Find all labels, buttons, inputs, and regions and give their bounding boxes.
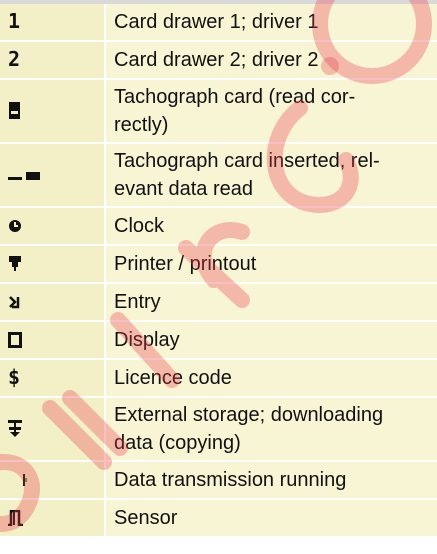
symbol-cell	[0, 207, 106, 246]
card-drawer-2-icon: 2	[8, 47, 21, 71]
table-row: Data transmission running	[0, 461, 437, 500]
description-cell: Card drawer 1; driver 1	[105, 4, 437, 42]
symbol-table: 1 Card drawer 1; driver 1 2 Card drawer …	[0, 4, 437, 538]
sensor-icon	[8, 510, 23, 526]
symbol-cell	[0, 79, 106, 144]
card-inserted-icon	[8, 172, 40, 180]
card-drawer-1-icon: 1	[8, 9, 21, 33]
description-cell: Tachograph card (read cor-rectly)	[105, 79, 437, 144]
symbol-cell	[0, 143, 106, 208]
table-row: $ Licence code	[0, 359, 437, 398]
description-cell: External storage; downloading data (copyi…	[105, 397, 437, 462]
external-storage-icon	[8, 420, 22, 437]
description-cell: Sensor	[105, 499, 437, 538]
description-cell: Card drawer 2; driver 2	[105, 41, 437, 80]
symbol-cell: $	[0, 359, 106, 398]
table-row: External storage; downloading data (copyi…	[0, 397, 437, 462]
description-cell: Clock	[105, 207, 437, 246]
table-row: Sensor	[0, 499, 437, 538]
symbol-cell	[0, 461, 106, 500]
entry-icon	[9, 296, 20, 309]
description-cell: Tachograph card inserted, rel-evant data…	[105, 143, 437, 208]
symbol-cell	[0, 397, 106, 462]
symbol-cell	[0, 321, 106, 360]
display-icon	[8, 332, 22, 348]
data-transmission-icon	[23, 474, 27, 486]
table-row: Display	[0, 321, 437, 360]
licence-code-icon: $	[8, 365, 21, 389]
symbol-cell	[0, 499, 106, 538]
description-cell: Entry	[105, 283, 437, 322]
symbol-cell: 2	[0, 41, 106, 80]
table-row: Clock	[0, 207, 437, 246]
table-row: 1 Card drawer 1; driver 1	[0, 4, 437, 42]
description-cell: Printer / printout	[105, 245, 437, 284]
printer-icon	[9, 256, 21, 271]
tachograph-card-icon	[9, 102, 20, 119]
symbol-cell	[0, 245, 106, 284]
symbol-cell: 1	[0, 4, 106, 42]
table-row: 2 Card drawer 2; driver 2	[0, 41, 437, 80]
description-cell: Licence code	[105, 359, 437, 398]
clock-icon	[9, 220, 21, 232]
symbol-cell	[0, 283, 106, 322]
table-row: Printer / printout	[0, 245, 437, 284]
table-row: Tachograph card inserted, rel-evant data…	[0, 143, 437, 208]
table-row: Tachograph card (read cor-rectly)	[0, 79, 437, 144]
description-cell: Data transmission running	[105, 461, 437, 500]
table-row: Entry	[0, 283, 437, 322]
description-cell: Display	[105, 321, 437, 360]
